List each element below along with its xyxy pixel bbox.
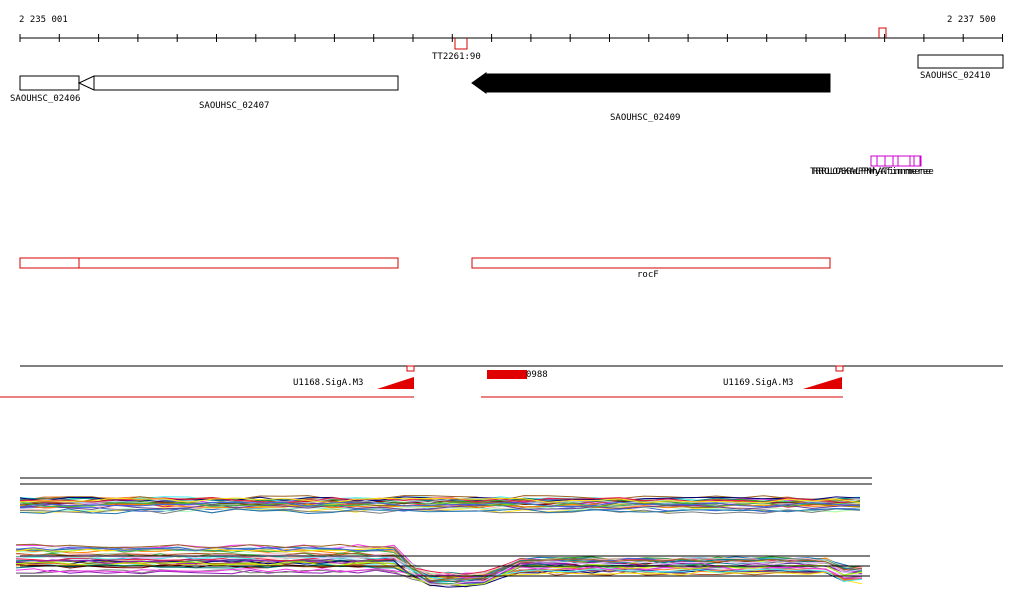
terminator-mark[interactable]	[454, 38, 468, 50]
tracks-canvas	[0, 27, 1004, 588]
terminator-label: TT2261:90	[432, 52, 481, 62]
gene-label-saouhsc-02406: SAOUHSC_02406	[10, 94, 81, 104]
gene-label-saouhsc-02409: SAOUHSC_02409	[610, 113, 681, 123]
gene-label-saouhsc-02410: SAOUHSC_02410	[920, 71, 991, 81]
coordinate-axis	[19, 34, 1003, 42]
operon-rocf-label: rocF	[637, 270, 659, 280]
gene-saouhsc-02406[interactable]	[19, 75, 80, 91]
tfbs-cluster-label: TRRRROLLOOASKRAWLPPPNWhyAATfiinmnrmmeern…	[810, 167, 934, 177]
operon-track	[19, 257, 831, 269]
gene-saouhsc-02410[interactable]	[917, 54, 1004, 69]
gene-saouhsc-02409[interactable]	[471, 72, 831, 94]
operon-rocf[interactable]	[471, 257, 831, 269]
tfbs-cluster[interactable]	[870, 155, 922, 167]
genome-browser-view: 2 235 001 2 237 500 TT2261:90 SAOUHSC_02…	[0, 0, 1024, 611]
feature-0988-label: 0988	[526, 370, 548, 380]
promoter-label-u1169: U1169.SigA.M3	[723, 378, 794, 388]
operon-left[interactable]	[19, 257, 399, 269]
gene-label-saouhsc-02407: SAOUHSC_02407	[199, 101, 270, 111]
feature-0988-block[interactable]	[487, 370, 527, 379]
gene-saouhsc-02407[interactable]	[77, 75, 399, 91]
promoter-track	[0, 365, 1003, 398]
promoter-label-u1168: U1168.SigA.M3	[293, 378, 364, 388]
expression-profiles	[15, 477, 872, 588]
